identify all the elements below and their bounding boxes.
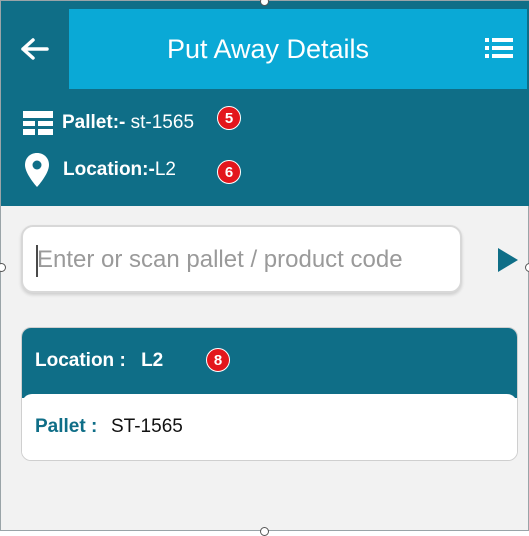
title-bar: Put Away Details — [69, 9, 527, 89]
annotation-badge: 6 — [217, 160, 241, 184]
page-title: Put Away Details — [166, 34, 370, 64]
search-input[interactable] — [35, 239, 449, 281]
location-info: Location:- L2 — [23, 153, 176, 187]
card-location: Location : L2 — [35, 328, 163, 394]
menu-button[interactable] — [485, 37, 513, 59]
submit-button[interactable] — [497, 247, 519, 273]
card-location-label: Location : — [35, 350, 126, 371]
annotation-badge: 8 — [206, 348, 230, 372]
back-button[interactable] — [1, 9, 69, 89]
annotation-badge: 5 — [217, 106, 241, 130]
pallet-icon — [23, 111, 53, 135]
code-search-field[interactable] — [21, 225, 462, 293]
location-label: Location:- — [63, 159, 155, 180]
pallet-value: st-1565 — [125, 112, 195, 133]
arrow-left-icon — [21, 38, 49, 60]
pallet-info: Pallet:- st-1565 — [23, 111, 194, 135]
card-body: Pallet : ST-1565 — [22, 394, 517, 460]
card-pallet-label: Pallet : — [35, 416, 98, 437]
resize-handle[interactable] — [260, 527, 269, 536]
location-value: L2 — [154, 159, 176, 180]
list-menu-icon — [485, 38, 513, 58]
header: Put Away Details Pallet:- st-1565 Locati… — [1, 1, 529, 206]
play-arrow-icon — [498, 248, 518, 272]
map-pin-icon — [25, 153, 49, 187]
putaway-card[interactable]: Location : L2 Pallet : ST-1565 — [21, 327, 518, 461]
card-location-value: L2 — [141, 350, 164, 371]
card-header: Location : L2 — [22, 328, 517, 398]
pallet-label: Pallet:- — [62, 112, 126, 133]
resize-handle[interactable] — [525, 263, 529, 272]
resize-handle[interactable] — [0, 263, 6, 272]
app-frame: Put Away Details Pallet:- st-1565 Locati… — [0, 0, 529, 536]
card-pallet-value: ST-1565 — [111, 416, 183, 437]
